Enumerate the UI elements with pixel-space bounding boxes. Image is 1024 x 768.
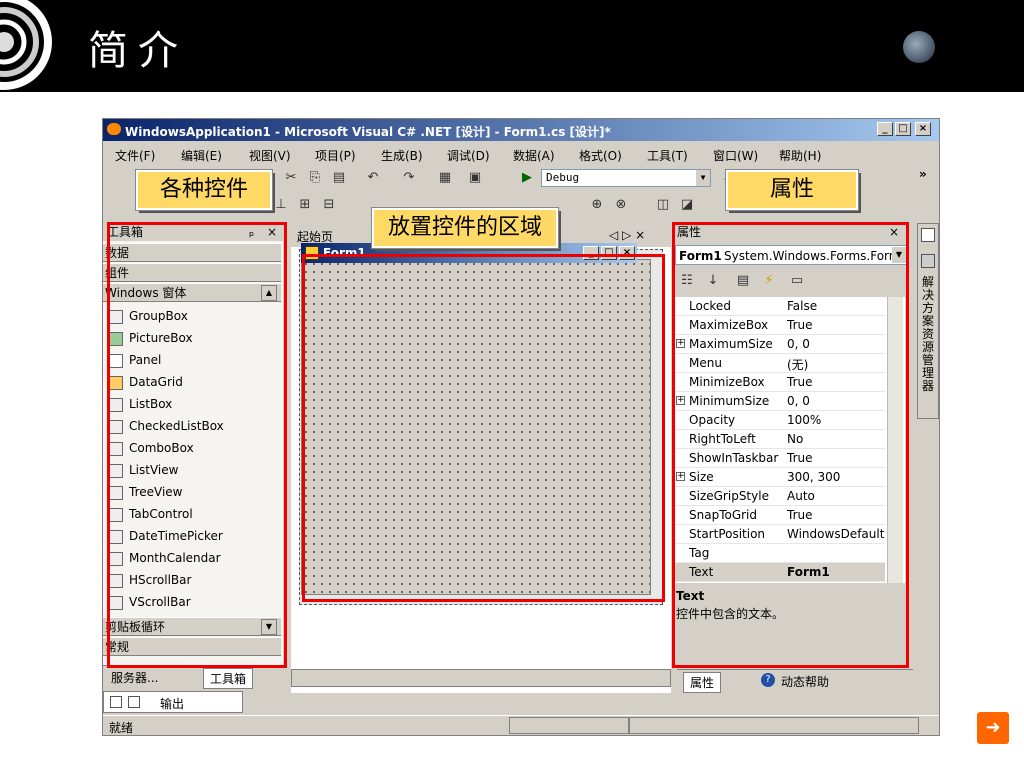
menu-edit[interactable]: 编辑(E) — [181, 147, 222, 164]
output-icon[interactable] — [128, 696, 140, 708]
doc-nav-controls[interactable]: ◁ ▷ × — [609, 228, 645, 242]
undo-icon[interactable]: ↶ — [365, 170, 381, 186]
minimize-button[interactable]: _ — [877, 122, 893, 136]
send-back-icon[interactable]: ◪ — [679, 197, 695, 213]
side-tab-strip: 解决方案资源管理器 — [917, 223, 939, 419]
next-arrow-icon[interactable]: ➜ — [977, 712, 1009, 744]
callout-area: 放置控件的区域 — [371, 207, 559, 249]
menu-help[interactable]: 帮助(H) — [779, 147, 821, 164]
menu-project[interactable]: 项目(P) — [315, 147, 356, 164]
toolbox-highlight — [107, 222, 287, 668]
horizontal-scrollbar[interactable] — [291, 669, 671, 687]
window-titlebar: WindowsApplication1 - Microsoft Visual C… — [103, 119, 939, 141]
tab-toolbox[interactable]: 工具箱 — [203, 668, 254, 689]
status-pane — [629, 717, 919, 734]
menu-data[interactable]: 数据(A) — [513, 147, 555, 164]
status-bar: 就绪 — [103, 715, 939, 735]
help-icon: ? — [761, 673, 775, 687]
globe-icon — [903, 31, 935, 63]
status-text: 就绪 — [109, 721, 134, 735]
cut-icon[interactable]: ✂ — [283, 170, 299, 186]
paste-icon[interactable]: ▤ — [331, 170, 347, 186]
find-icon[interactable]: ▦ — [437, 170, 453, 186]
properties-highlight — [672, 222, 909, 668]
menu-format[interactable]: 格式(O) — [579, 147, 622, 164]
solution-explorer-icon[interactable] — [921, 228, 935, 242]
menu-window[interactable]: 窗口(W) — [713, 147, 758, 164]
properties-tabs: 属性 ? 动态帮助 — [677, 669, 913, 693]
center-icon[interactable]: ⊗ — [613, 197, 629, 213]
maximize-button[interactable]: □ — [895, 122, 911, 136]
menu-debug[interactable]: 调试(D) — [447, 147, 490, 164]
copy-icon[interactable]: ⎘ — [307, 170, 323, 186]
start-debug-icon[interactable]: ▶ — [519, 170, 535, 186]
designer-highlight — [302, 254, 665, 602]
spacing-icon[interactable]: ⊟ — [321, 197, 337, 213]
tab-dynamic-help[interactable]: 动态帮助 — [781, 673, 829, 690]
status-pane — [509, 717, 629, 734]
close-button[interactable]: × — [915, 122, 931, 136]
chevron-down-icon: ▼ — [696, 170, 710, 186]
class-view-icon[interactable] — [921, 254, 935, 268]
redo-icon[interactable]: ↷ — [401, 170, 417, 186]
app-icon — [107, 123, 121, 135]
menu-tools[interactable]: 工具(T) — [647, 147, 688, 164]
callout-controls: 各种控件 — [135, 169, 273, 211]
tab-properties[interactable]: 属性 — [683, 672, 722, 693]
config-value: Debug — [546, 171, 580, 184]
menu-bar: 文件(F) 编辑(E) 视图(V) 项目(P) 生成(B) 调试(D) 数据(A… — [103, 143, 939, 164]
slide-title: 简介 — [88, 28, 188, 74]
bring-front-icon[interactable]: ◫ — [655, 197, 671, 213]
side-tab-solution-explorer[interactable]: 解决方案资源管理器 — [922, 276, 936, 393]
toolbox-tabs: 服务器... 工具箱 — [103, 665, 283, 689]
align-icon[interactable]: ⊥ — [273, 197, 289, 213]
navigate-icon[interactable]: ▣ — [467, 170, 483, 186]
menu-view[interactable]: 视图(V) — [249, 147, 291, 164]
spiral-logo-icon — [0, 0, 52, 90]
menu-build[interactable]: 生成(B) — [381, 147, 423, 164]
tab-server-explorer[interactable]: 服务器... — [111, 669, 158, 686]
task-list-icon[interactable] — [110, 696, 122, 708]
menu-file[interactable]: 文件(F) — [115, 147, 155, 164]
callout-properties: 属性 — [725, 169, 859, 211]
order-icon[interactable]: ⊕ — [589, 197, 605, 213]
output-tab-strip: 输出 — [103, 691, 243, 713]
tab-output[interactable]: 输出 — [160, 695, 184, 712]
size-icon[interactable]: ⊞ — [297, 197, 313, 213]
window-title: WindowsApplication1 - Microsoft Visual C… — [125, 125, 611, 139]
solution-config-select[interactable]: Debug ▼ — [541, 169, 711, 187]
toolbar-overflow[interactable]: » — [919, 167, 927, 181]
